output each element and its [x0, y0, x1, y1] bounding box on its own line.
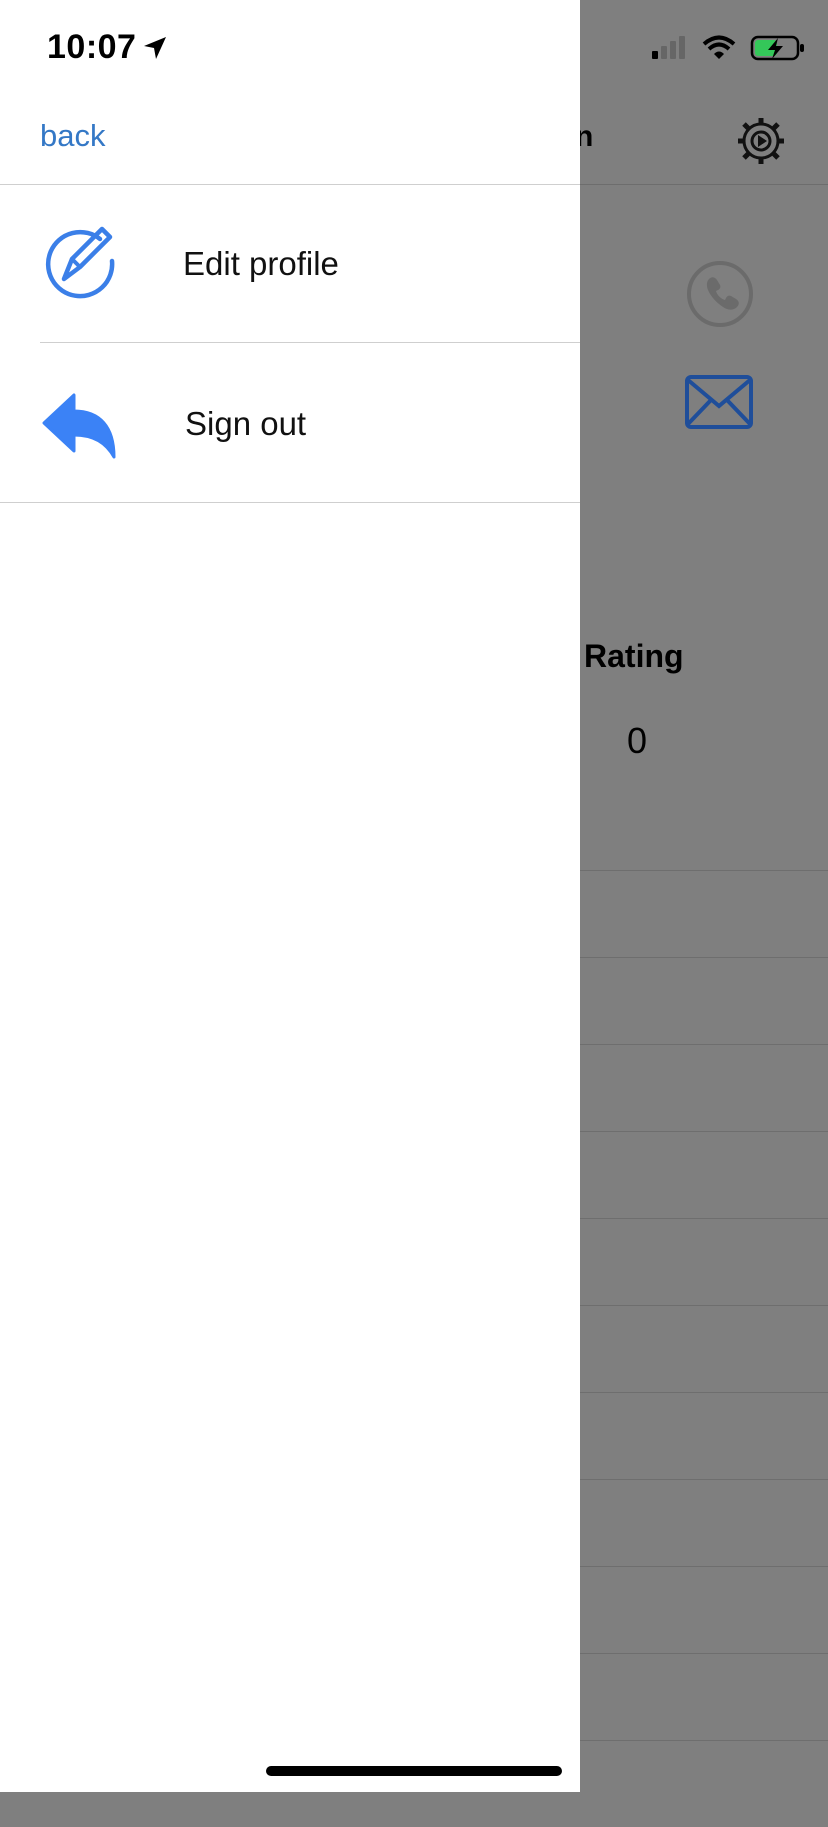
location-arrow-icon [144, 36, 167, 59]
list-item [580, 1479, 828, 1566]
edit-circle-icon [45, 226, 115, 299]
rating-label: Rating [584, 638, 684, 674]
list-item [580, 1740, 828, 1827]
list-item [580, 1566, 828, 1653]
status-time-text: 10:07 [47, 28, 137, 66]
status-bar-time: 10:07 [47, 28, 168, 67]
list-item [580, 1305, 828, 1392]
menu-item-label: Sign out [185, 405, 307, 442]
background-list [580, 870, 828, 1827]
rating-value: 0 [626, 720, 648, 761]
status-bar-indicators [650, 34, 806, 62]
battery-charging-icon [750, 35, 804, 61]
side-drawer: 10:07 back Edit profile Sign out [0, 0, 580, 1792]
wifi-icon [702, 35, 736, 59]
list-item [580, 1653, 828, 1740]
list-item [580, 1131, 828, 1218]
home-indicator[interactable] [266, 1766, 562, 1776]
edit-profile-menu-item[interactable]: Edit profile [0, 185, 580, 343]
list-item [580, 957, 828, 1044]
sign-out-menu-item[interactable]: Sign out [0, 343, 580, 501]
cellular-signal-icon [652, 36, 685, 59]
settings-gear-icon[interactable] [736, 116, 786, 166]
menu-divider [0, 502, 580, 503]
list-item [580, 1218, 828, 1305]
phone-icon[interactable] [685, 259, 755, 329]
menu-item-label: Edit profile [183, 245, 339, 282]
reply-arrow-icon [42, 393, 116, 459]
list-item [580, 1044, 828, 1131]
back-button[interactable]: back [40, 118, 105, 154]
list-item [580, 1392, 828, 1479]
mail-icon[interactable] [684, 374, 754, 430]
background-navbar-divider [580, 184, 828, 185]
list-item [580, 870, 828, 957]
